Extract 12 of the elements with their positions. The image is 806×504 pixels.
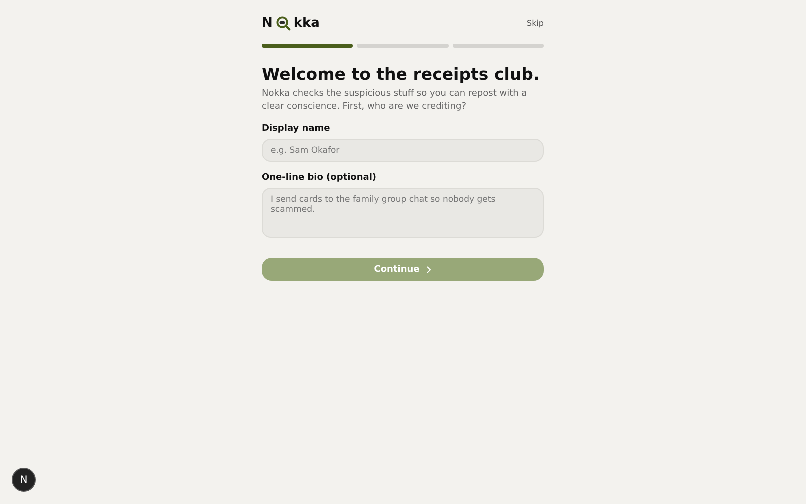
field-label: One-line bio (optional)	[262, 173, 378, 183]
bio-field[interactable]: I send cards to the family group chat so nobody gets scammed.	[262, 188, 544, 238]
display-name-field[interactable]: e.g. Sam Okafor	[262, 139, 544, 162]
skip-link[interactable]: Skip	[526, 18, 544, 28]
logo-text: kka	[294, 16, 320, 30]
magnifier-icon	[276, 16, 291, 30]
chevron-right-icon	[426, 266, 432, 274]
dev-badge[interactable]: N	[12, 468, 36, 492]
logo-text: N	[262, 16, 273, 30]
page-title: Welcome to the receipts club.	[262, 65, 541, 84]
intro-text: Nokka checks the suspicious stuff so you can repost with a clear conscience. First, who are we crediting?	[262, 88, 528, 113]
field-label: Display name	[262, 124, 332, 134]
